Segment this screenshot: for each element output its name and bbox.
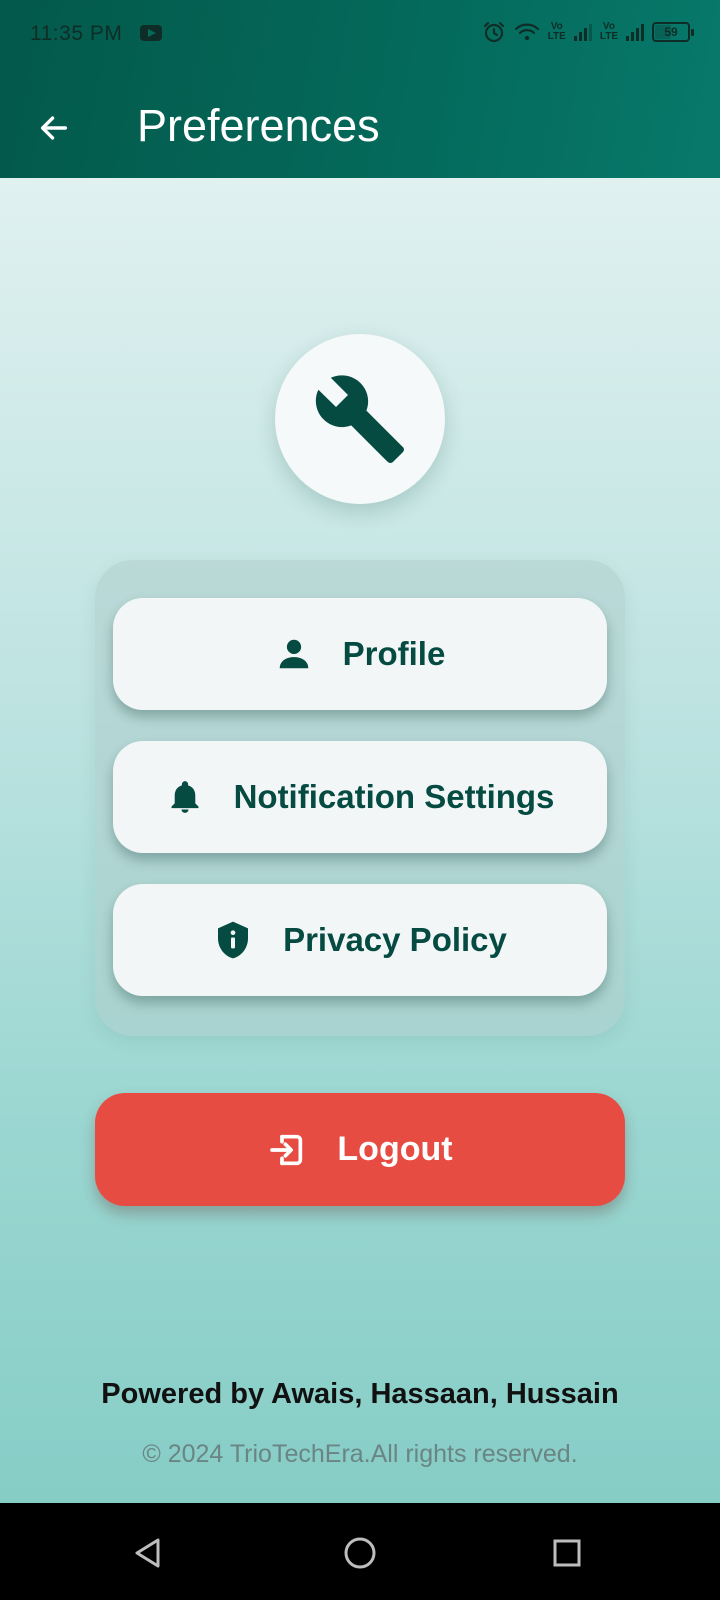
alarm-icon xyxy=(483,21,504,43)
header-icon-circle xyxy=(275,334,445,504)
system-navigation-bar xyxy=(0,1503,720,1600)
status-bar: 11:35 PM Vo LTE Vo LTE 59 xyxy=(0,0,720,70)
battery-indicator: 59 xyxy=(652,22,694,42)
back-button[interactable] xyxy=(26,100,82,156)
profile-label: Profile xyxy=(342,635,446,672)
preferences-menu-panel: Profile Notification Settings Privacy Po… xyxy=(95,560,625,1036)
signal-bars-1-icon xyxy=(573,23,592,41)
triangle-back-icon xyxy=(135,1538,160,1568)
signal-bars-2-icon xyxy=(626,23,644,41)
powered-by-text: Powered by Awais, Hassaan, Hussain xyxy=(101,1378,619,1410)
circle-home-icon xyxy=(344,1537,376,1569)
bell-icon xyxy=(171,781,199,813)
youtube-notification-icon xyxy=(140,25,162,41)
preferences-content: Profile Notification Settings Privacy Po… xyxy=(0,178,720,1503)
logout-icon xyxy=(270,1134,303,1165)
status-time: 11:35 PM xyxy=(30,22,123,45)
logout-button[interactable]: Logout xyxy=(95,1093,625,1206)
shield-info-icon xyxy=(218,921,249,959)
wifi-icon xyxy=(514,23,539,41)
nav-home-button[interactable] xyxy=(338,1531,382,1575)
volte-label-2: Vo LTE xyxy=(599,21,618,42)
copyright-text: © 2024 TrioTechEra.All rights reserved. xyxy=(142,1440,578,1468)
person-icon xyxy=(279,639,308,669)
square-recents-icon xyxy=(553,1539,581,1567)
notification-settings-label: Notification Settings xyxy=(233,778,555,815)
logout-label: Logout xyxy=(337,1130,453,1168)
page-title: Preferences xyxy=(137,100,380,151)
nav-back-button[interactable] xyxy=(126,1531,170,1575)
profile-button[interactable]: Profile xyxy=(113,598,607,710)
privacy-policy-button[interactable]: Privacy Policy xyxy=(113,884,607,996)
wrench-icon xyxy=(315,375,404,463)
privacy-policy-label: Privacy Policy xyxy=(283,921,507,958)
status-icons: Vo LTE Vo LTE 59 xyxy=(482,20,694,44)
nav-recents-button[interactable] xyxy=(545,1531,589,1575)
volte-label-1: Vo LTE xyxy=(547,21,566,42)
app-bar: 11:35 PM Vo LTE Vo LTE 59 Preferences xyxy=(0,0,720,178)
notification-settings-button[interactable]: Notification Settings xyxy=(113,741,607,853)
arrow-left-icon xyxy=(40,116,68,140)
